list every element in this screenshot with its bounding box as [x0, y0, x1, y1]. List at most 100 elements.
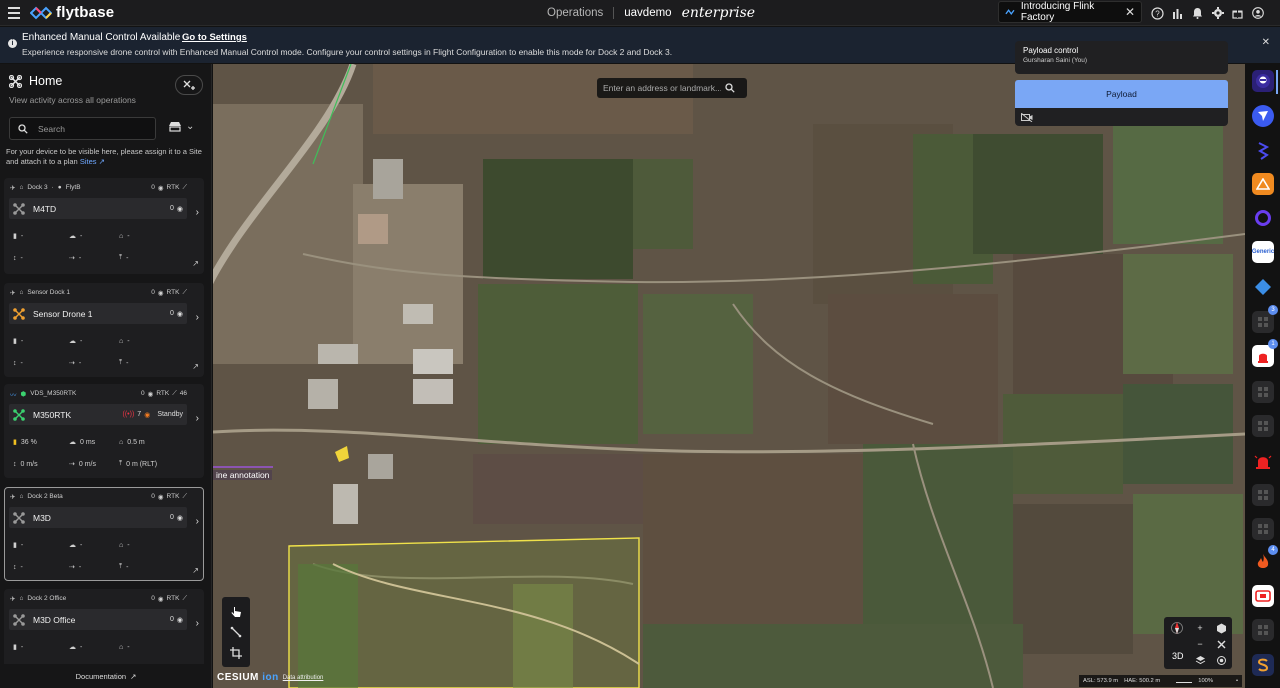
battery-icon: ▮ — [13, 542, 17, 549]
device-card[interactable]: 〰 ⬢ VDS_M350RTK 0 ◉ RTK ⟋ 46 M350RTK ((•)) 7 ◉… — [4, 384, 204, 478]
battery-value: - — [20, 541, 24, 549]
user-avatar-icon[interactable] — [1250, 6, 1265, 21]
chevron-right-icon[interactable]: › — [196, 207, 199, 218]
map-status-bar: ASL: 573.9 m HAE: 500.2 m 100% • — [1079, 675, 1242, 687]
chevron-right-icon[interactable]: › — [196, 618, 199, 629]
nav-operations[interactable]: Operations — [547, 7, 603, 19]
stats-icon[interactable] — [1170, 6, 1185, 21]
device-card[interactable]: ✈ ⌂ Sensor Dock 1 0 ◉ RTK ⟋ Sensor Drone 1 … — [4, 283, 204, 377]
vertical-speed-icon: ↕ — [13, 563, 17, 571]
satellite-imagery[interactable] — [213, 64, 1245, 688]
go-to-settings-link[interactable]: Go to Settings — [182, 32, 247, 43]
height-icon: ⤒ — [119, 254, 123, 261]
app-placeholder-icon[interactable] — [1252, 518, 1274, 540]
compass-icon[interactable] — [1170, 621, 1184, 635]
asl-readout: ASL: 573.9 m — [1083, 678, 1119, 684]
pointer-tool-icon[interactable] — [228, 603, 244, 619]
battery-icon: ▮ — [13, 233, 17, 240]
chevron-right-icon[interactable]: › — [196, 516, 199, 527]
app-lightning-icon[interactable] — [1252, 140, 1274, 162]
home-distance-value: - — [127, 643, 130, 651]
dock-drone-icon: ✈ — [10, 184, 16, 192]
svg-text:?: ? — [1155, 9, 1160, 18]
app-alarm-light-icon[interactable] — [1252, 450, 1274, 472]
settings-icon[interactable] — [1210, 6, 1225, 21]
sites-link[interactable]: Sites — [80, 157, 97, 166]
notification-icon[interactable] — [1190, 6, 1205, 21]
camera-off-icon[interactable] — [1021, 112, 1033, 122]
app-s-logo-icon[interactable] — [1252, 654, 1274, 676]
app-astronaut-icon[interactable] — [1252, 70, 1274, 92]
cube-view-icon[interactable] — [1214, 621, 1228, 635]
external-link-icon[interactable]: ↗ — [192, 362, 199, 371]
add-user-button[interactable] — [175, 75, 203, 95]
edition-label: enterprise — [681, 5, 756, 21]
wind-icon: ☁ — [69, 439, 76, 446]
payload-button[interactable]: Payload — [1015, 80, 1228, 108]
horizontal-speed-icon: ⇢ — [69, 360, 75, 367]
data-attribution-link[interactable]: Data attribution — [283, 675, 324, 681]
app-navigation-icon[interactable] — [1252, 105, 1274, 127]
wind-icon: ☁ — [69, 338, 76, 345]
3d-toggle-button[interactable]: 3D — [1172, 651, 1184, 661]
recenter-icon[interactable] — [1214, 653, 1228, 667]
app-generic-icon[interactable]: Generic — [1252, 241, 1274, 263]
search-icon[interactable] — [725, 83, 735, 93]
line-annotation-label[interactable]: ine annotation — [213, 470, 273, 480]
app-placeholder-icon[interactable] — [1252, 415, 1274, 437]
map-search-field[interactable] — [597, 78, 747, 98]
dock-name: VDS_M350RTK — [30, 390, 77, 397]
payload-footer — [1015, 108, 1228, 126]
banner-title: Enhanced Manual Control Available — [22, 32, 181, 43]
crop-tool-icon[interactable] — [228, 645, 244, 661]
org-name[interactable]: uavdemo — [624, 7, 671, 19]
app-placeholder-icon[interactable] — [1252, 484, 1274, 506]
signal-icon: ((•)) — [122, 411, 135, 418]
horizontal-speed-value: - — [78, 563, 82, 571]
payload-control-panel: Payload control Gursharan Saini (You) — [1015, 41, 1228, 74]
height-icon: ⤒ — [119, 460, 123, 467]
search-input[interactable] — [38, 123, 138, 134]
wind-value: - — [80, 232, 83, 240]
external-link-icon[interactable]: ↗ — [192, 259, 199, 268]
map-view[interactable]: ine annotation CESIUM ion Data attributi… — [213, 64, 1245, 688]
cesium-attribution[interactable]: CESIUM ion Data attribution — [217, 672, 323, 683]
app-placeholder-icon[interactable] — [1252, 381, 1274, 403]
satellite-icon: ◉ — [176, 616, 183, 624]
search-field[interactable] — [9, 117, 156, 140]
close-icon[interactable]: ✕ — [1125, 5, 1135, 19]
zoom-in-icon[interactable]: + — [1193, 621, 1207, 635]
zoom-out-icon[interactable]: − — [1193, 637, 1207, 651]
layers-icon[interactable] — [1193, 653, 1207, 667]
drone-focus-icon[interactable] — [1214, 637, 1228, 651]
help-icon[interactable]: ? — [1150, 6, 1165, 21]
app-diamond-icon[interactable] — [1252, 276, 1274, 298]
device-card[interactable]: ✈ ⌂ Dock 2 Beta 0 ◉ RTK ⟋ M3D 0 ◉ › ▮ - ☁ - ⌂ -… — [4, 487, 204, 581]
line-tool-icon[interactable] — [228, 624, 244, 640]
gift-icon[interactable] — [1230, 6, 1245, 21]
drone-icon — [13, 613, 25, 626]
add-person-icon — [183, 80, 195, 90]
app-placeholder-icon[interactable] — [1252, 619, 1274, 641]
device-filter-button[interactable]: ⌄ — [168, 120, 194, 132]
dock-drone-icon: ✈ — [10, 289, 16, 297]
drone-count: 0 — [169, 514, 174, 521]
brand-logo[interactable]: flytbase — [30, 4, 114, 21]
chevron-right-icon[interactable]: › — [196, 413, 199, 424]
documentation-link[interactable]: Documentation ↗ — [0, 664, 211, 688]
chevron-right-icon[interactable]: › — [196, 312, 199, 323]
dot-separator: · — [51, 184, 54, 191]
announcement-pill[interactable]: Introducing Flink Factory ✕ — [998, 1, 1142, 23]
app-camera-alert-icon[interactable] — [1252, 585, 1274, 607]
app-ring-icon[interactable] — [1252, 207, 1274, 229]
documentation-label: Documentation — [75, 671, 127, 681]
external-link-icon[interactable]: ↗ — [192, 566, 199, 575]
address-search-input[interactable] — [603, 83, 721, 93]
flytbase-logo-icon — [30, 6, 52, 19]
notification-badge: 4 — [1268, 545, 1278, 555]
close-icon[interactable]: ✕ — [1262, 37, 1270, 48]
menu-icon[interactable] — [0, 0, 28, 26]
search-icon — [18, 123, 28, 134]
device-card[interactable]: ✈ ⌂ Dock 3 · ● FlytB 0 ◉ RTK ⟋ M4TD 0 ◉ › ▮ -… — [4, 178, 204, 274]
app-warning-icon[interactable] — [1252, 173, 1274, 195]
